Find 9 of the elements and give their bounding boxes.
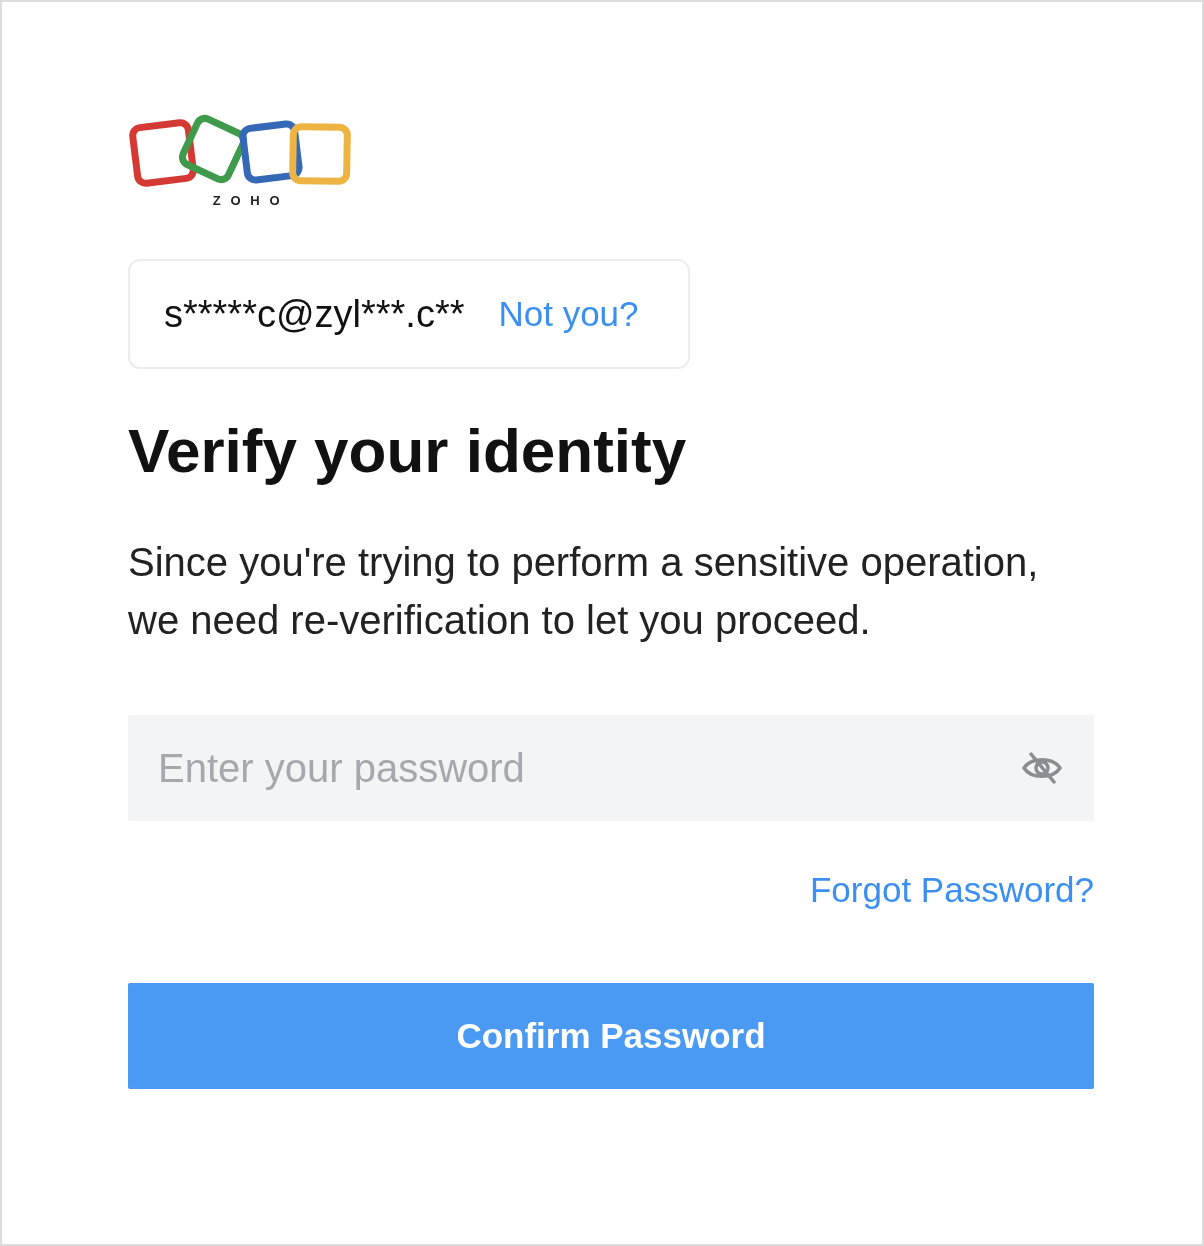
not-you-link[interactable]: Not you? <box>498 292 639 336</box>
logo-text: ZOHO <box>212 193 290 209</box>
confirm-password-button[interactable]: Confirm Password <box>128 983 1094 1089</box>
eye-slash-icon[interactable] <box>1021 751 1063 785</box>
description-text: Since you're trying to perform a sensitive operation, we need re-verification to let you proceed. <box>128 539 1040 644</box>
page-heading: Verify your identity <box>128 415 687 487</box>
password-field[interactable]: Enter your password <box>128 715 1094 821</box>
forgot-password-link[interactable]: Forgot Password? <box>809 869 1094 911</box>
account-email: s*****c@zyl***.c** <box>164 292 465 337</box>
